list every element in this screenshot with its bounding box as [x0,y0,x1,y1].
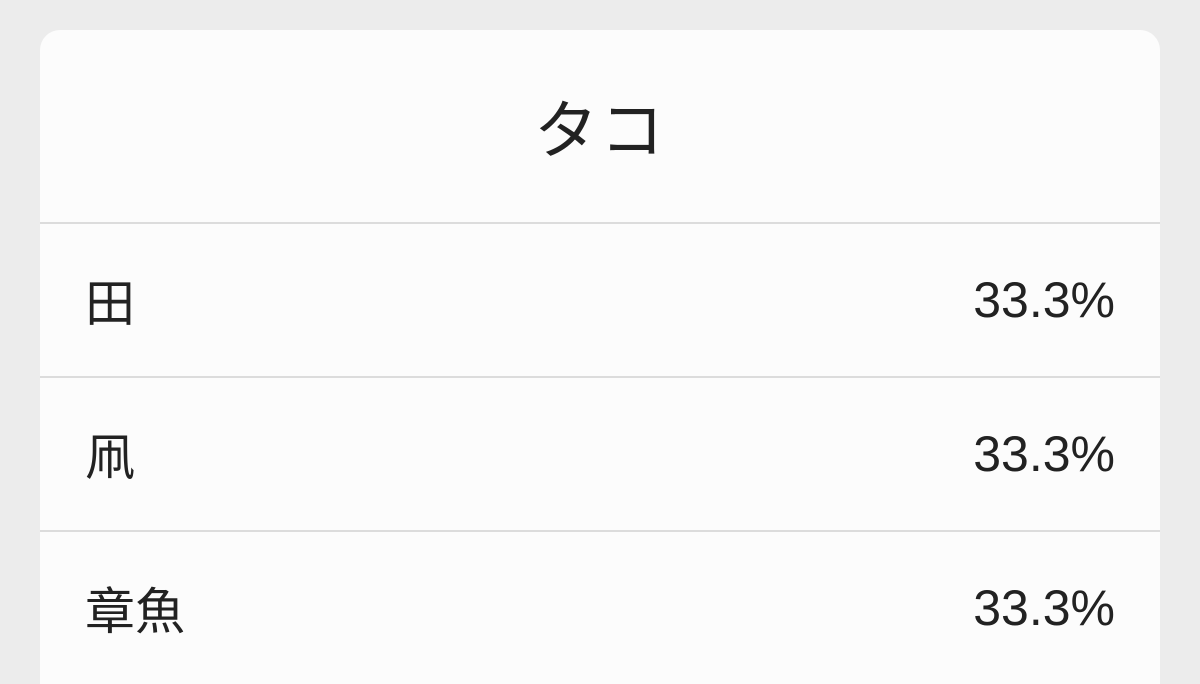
list-row[interactable]: 凧 33.3% [40,376,1160,530]
row-value: 33.3% [973,579,1115,637]
title-section: タコ [40,30,1160,222]
row-label: 田 [85,264,135,336]
list-row[interactable]: 章魚 33.3% [40,530,1160,684]
row-label: 凧 [85,418,135,490]
card-title: タコ [40,80,1160,172]
row-label: 章魚 [85,572,185,644]
row-value: 33.3% [973,271,1115,329]
row-value: 33.3% [973,425,1115,483]
list-row[interactable]: 田 33.3% [40,222,1160,376]
card: タコ 田 33.3% 凧 33.3% 章魚 33.3% [40,30,1160,684]
